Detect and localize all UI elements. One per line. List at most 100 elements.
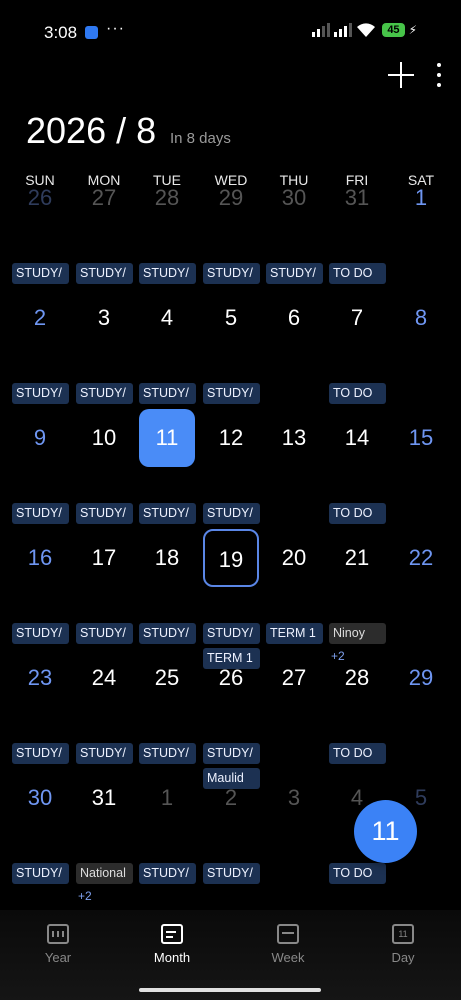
event-chip[interactable]: STUDY/: [139, 863, 196, 884]
month-title[interactable]: 2026 / 8: [26, 110, 156, 152]
day-cell[interactable]: 1: [393, 169, 449, 227]
day-cell-today[interactable]: 11: [139, 409, 195, 467]
event-chip[interactable]: STUDY/: [12, 383, 69, 404]
toolbar: [321, 55, 461, 95]
day-cell[interactable]: 26: [203, 649, 259, 707]
nav-day[interactable]: 11 Day: [363, 920, 443, 965]
day-cell[interactable]: 28: [139, 169, 195, 227]
event-chip[interactable]: STUDY/: [203, 383, 260, 404]
day-cell[interactable]: 23: [12, 649, 68, 707]
event-chip[interactable]: STUDY/: [12, 503, 69, 524]
day-cell[interactable]: 22: [393, 529, 449, 587]
wifi-icon: [357, 23, 376, 37]
event-chip[interactable]: TO DO: [329, 503, 386, 524]
day-cell[interactable]: 15: [393, 409, 449, 467]
more-options-icon[interactable]: [431, 61, 447, 89]
event-chip[interactable]: STUDY/: [12, 863, 69, 884]
event-chip[interactable]: TO DO: [329, 863, 386, 884]
event-chip[interactable]: STUDY/: [76, 743, 133, 764]
day-icon: 11: [392, 924, 414, 944]
day-cell[interactable]: 27: [266, 649, 322, 707]
nav-day-label: Day: [391, 950, 415, 965]
day-cell[interactable]: 10: [76, 409, 132, 467]
add-event-button[interactable]: [387, 61, 415, 89]
event-chip[interactable]: TO DO: [329, 383, 386, 404]
nav-week[interactable]: Week: [248, 920, 328, 965]
status-indicators: 45 ⚡: [312, 22, 417, 38]
event-chip[interactable]: TO DO: [329, 263, 386, 284]
event-chip[interactable]: TO DO: [329, 743, 386, 764]
event-chip[interactable]: STUDY/: [139, 623, 196, 644]
nav-month[interactable]: Month: [132, 920, 212, 965]
event-chip[interactable]: STUDY/: [12, 623, 69, 644]
day-cell[interactable]: 27: [76, 169, 132, 227]
day-cell[interactable]: 13: [266, 409, 322, 467]
event-chip[interactable]: STUDY/: [76, 503, 133, 524]
today-fab-button[interactable]: 11: [354, 800, 417, 863]
day-cell[interactable]: 2: [12, 289, 68, 347]
day-cell[interactable]: 1: [139, 769, 195, 827]
day-cell[interactable]: 18: [139, 529, 195, 587]
home-indicator[interactable]: [139, 988, 321, 992]
nav-year[interactable]: Year: [18, 920, 98, 965]
day-cell[interactable]: 6: [266, 289, 322, 347]
event-chip[interactable]: STUDY/: [139, 383, 196, 404]
signal-icon: [312, 23, 331, 37]
day-cell[interactable]: 21: [329, 529, 385, 587]
day-cell[interactable]: 26: [12, 169, 68, 227]
event-chip[interactable]: Ninoy: [329, 623, 386, 644]
day-cell[interactable]: 3: [76, 289, 132, 347]
month-icon: [161, 924, 183, 944]
event-chip[interactable]: STUDY/: [12, 263, 69, 284]
week-icon: [277, 924, 299, 944]
month-subtitle: In 8 days: [170, 130, 231, 147]
day-cell[interactable]: 28: [329, 649, 385, 707]
day-cell[interactable]: 24: [76, 649, 132, 707]
day-cell[interactable]: 17: [76, 529, 132, 587]
more-notifications-icon: ···: [106, 20, 125, 37]
day-cell[interactable]: 29: [203, 169, 259, 227]
day-cell[interactable]: 31: [76, 769, 132, 827]
signal-icon-2: [334, 23, 353, 37]
day-cell[interactable]: 31: [329, 169, 385, 227]
day-cell[interactable]: 25: [139, 649, 195, 707]
day-cell[interactable]: 5: [203, 289, 259, 347]
status-bar: 3:08 ··· 45 ⚡: [0, 0, 461, 60]
event-chip[interactable]: STUDY/: [12, 743, 69, 764]
day-cell[interactable]: 29: [393, 649, 449, 707]
event-chip[interactable]: STUDY/: [139, 743, 196, 764]
day-cell[interactable]: 8: [393, 289, 449, 347]
year-grid-icon: [47, 924, 69, 944]
nav-month-label: Month: [153, 950, 191, 965]
day-cell[interactable]: 2: [203, 769, 259, 827]
day-cell[interactable]: 14: [329, 409, 385, 467]
event-chip[interactable]: STUDY/: [203, 503, 260, 524]
event-chip[interactable]: STUDY/: [139, 263, 196, 284]
nav-week-label: Week: [271, 950, 305, 965]
day-cell[interactable]: 9: [12, 409, 68, 467]
day-cell[interactable]: 12: [203, 409, 259, 467]
day-cell[interactable]: 30: [266, 169, 322, 227]
day-cell[interactable]: 7: [329, 289, 385, 347]
event-chip[interactable]: STUDY/: [76, 263, 133, 284]
event-chip[interactable]: STUDY/: [76, 383, 133, 404]
event-chip[interactable]: STUDY/: [203, 863, 260, 884]
more-events-count[interactable]: +2: [78, 889, 92, 903]
event-chip[interactable]: STUDY/: [76, 623, 133, 644]
day-cell[interactable]: 20: [266, 529, 322, 587]
event-chip[interactable]: STUDY/: [203, 743, 260, 764]
day-cell[interactable]: 30: [12, 769, 68, 827]
event-chip[interactable]: STUDY/: [139, 503, 196, 524]
event-chip[interactable]: STUDY/: [203, 263, 260, 284]
status-time: 3:08: [44, 23, 78, 42]
event-chip[interactable]: TERM 1: [266, 623, 323, 644]
day-cell[interactable]: 3: [266, 769, 322, 827]
bottom-nav: Year Month Week 11 Day: [0, 910, 461, 1000]
day-cell[interactable]: 4: [139, 289, 195, 347]
event-chip[interactable]: STUDY/: [266, 263, 323, 284]
app-notification-icon: [85, 26, 98, 39]
day-cell[interactable]: 16: [12, 529, 68, 587]
event-chip[interactable]: National: [76, 863, 133, 884]
day-cell-selected[interactable]: 19: [203, 529, 259, 587]
event-chip[interactable]: STUDY/: [203, 623, 260, 644]
